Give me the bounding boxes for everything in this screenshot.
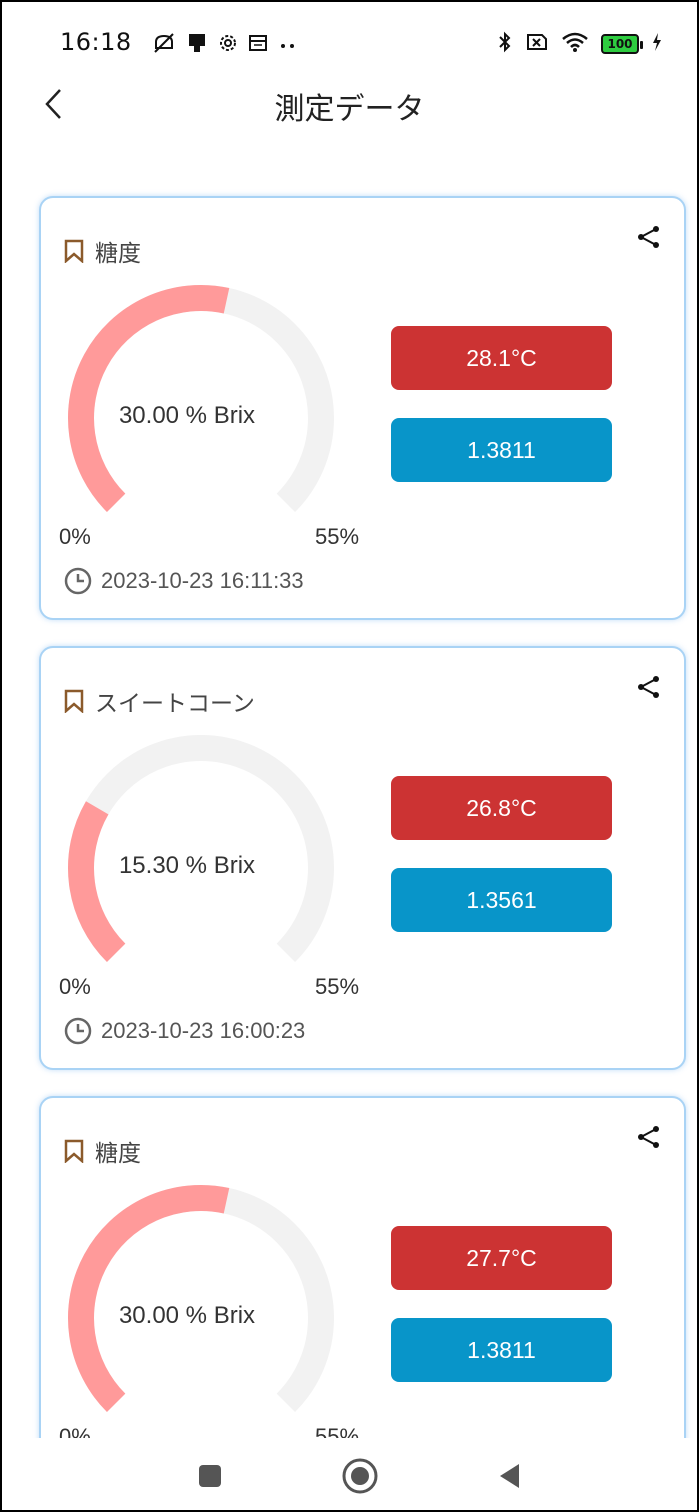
home-button[interactable] (340, 1456, 380, 1496)
timestamp: 2023-10-23 16:00:23 (63, 1016, 305, 1046)
gauge-max-label: 55% (315, 524, 360, 549)
status-time: 16:18 (60, 28, 132, 56)
recents-square-icon (199, 1465, 221, 1487)
bluetooth-icon (497, 30, 513, 58)
bookmark-icon (63, 689, 85, 714)
mute-icon (152, 32, 176, 58)
bookmark-icon (63, 1139, 85, 1164)
timestamp: 2023-10-23 16:11:33 (63, 566, 304, 596)
share-button[interactable] (636, 224, 662, 250)
refractive-index-badge: 1.3811 (391, 1318, 612, 1382)
battery-icon: 100 (601, 34, 643, 54)
temperature-badge: 27.7°C (391, 1226, 612, 1290)
gauge-min-label: 0% (59, 974, 91, 999)
timestamp-text: 2023-10-23 16:11:33 (101, 568, 304, 593)
temperature-badge: 26.8°C (391, 776, 612, 840)
timestamp-text: 2023-10-23 16:00:23 (101, 1018, 306, 1043)
share-button[interactable] (636, 674, 662, 700)
gauge-value-label: 30.00 % Brix (118, 402, 256, 429)
settings-icon (218, 33, 238, 57)
status-icons-left (152, 32, 298, 58)
measurement-card[interactable]: スイートコーン 15.30 % Brix 0% 55% 26.8°C 1.356… (39, 646, 686, 1070)
share-icon (638, 1126, 659, 1148)
calendar-icon (248, 33, 268, 57)
refractive-index-badge: 1.3811 (391, 418, 612, 482)
gauge-track (68, 735, 334, 963)
status-bar: 16:18 100 (2, 2, 697, 82)
card-header: スイートコーン (63, 684, 255, 718)
more-dots-icon (278, 36, 298, 55)
page-title: 測定データ (274, 92, 425, 127)
gauge-max-label: 55% (315, 974, 360, 999)
card-name: スイートコーン (95, 691, 255, 717)
card-name: 糖度 (95, 241, 141, 267)
system-nav-bar (2, 1438, 697, 1510)
gauge-value-label: 30.00 % Brix (118, 1302, 256, 1329)
bookmark-icon (63, 239, 85, 264)
share-icon (638, 676, 659, 698)
share-button[interactable] (636, 1124, 662, 1150)
wifi-icon (561, 31, 589, 57)
gauge-fill (68, 801, 126, 963)
gauge-value-label: 15.30 % Brix (118, 852, 256, 879)
clock-icon (64, 567, 92, 595)
gauge-fill (68, 1185, 230, 1413)
share-icon (638, 226, 659, 248)
screen: 16:18 100 測定データ 糖度 30.00 % Brix 0% 55% 2… (0, 0, 699, 1512)
notification-icon (186, 32, 208, 58)
recents-button[interactable] (190, 1456, 230, 1496)
app-bar: 測定データ (2, 74, 697, 134)
charging-icon (651, 32, 663, 56)
card-name: 糖度 (95, 1141, 141, 1167)
card-header: 糖度 (63, 1134, 141, 1168)
temperature-badge: 28.1°C (391, 326, 612, 390)
gauge-min-label: 0% (59, 524, 91, 549)
home-circle-icon (342, 1458, 378, 1494)
clock-icon (64, 1017, 92, 1045)
gauge-fill (68, 285, 230, 513)
refractive-index-badge: 1.3561 (391, 868, 612, 932)
measurement-card[interactable]: 糖度 30.00 % Brix 0% 55% 28.1°C 1.3811 202… (39, 196, 686, 620)
back-triangle-icon (500, 1464, 519, 1488)
card-header: 糖度 (63, 234, 141, 268)
no-sim-icon (525, 31, 549, 57)
system-back-button[interactable] (490, 1456, 530, 1496)
status-icons-right: 100 (497, 30, 663, 58)
